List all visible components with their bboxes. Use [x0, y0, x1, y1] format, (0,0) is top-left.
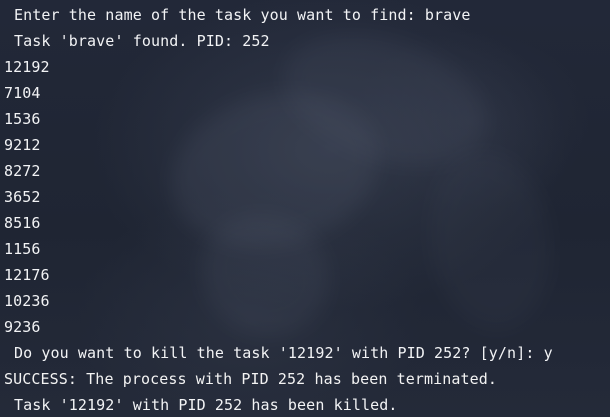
terminal-window: Enter the name of the task you want to f… [0, 0, 610, 417]
terminal-line-pid: 8272 [4, 162, 41, 180]
terminal-line-pid: 1536 [4, 110, 41, 128]
terminal-line-pid: 8516 [4, 214, 41, 232]
terminal-line-pid: 10236 [4, 292, 50, 310]
terminal-line-pid: 12176 [4, 266, 50, 284]
terminal-line-pid: 12192 [4, 58, 50, 76]
terminal-line-success: SUCCESS: The process with PID 252 has be… [4, 370, 498, 388]
terminal-line-pid: 9236 [4, 318, 41, 336]
terminal-line-pid: 1156 [4, 240, 41, 258]
terminal-line-pid: 7104 [4, 84, 41, 102]
terminal-line-prompt-find: Enter the name of the task you want to f… [14, 6, 471, 24]
terminal-line-kill-confirmation: Do you want to kill the task '12192' wit… [14, 344, 553, 362]
terminal-line-task-found: Task 'brave' found. PID: 252 [14, 32, 270, 50]
terminal-line-kill-result: Task '12192' with PID 252 has been kille… [14, 396, 398, 414]
terminal-line-pid: 3652 [4, 188, 41, 206]
terminal-line-pid: 9212 [4, 136, 41, 154]
background-shape [418, 142, 562, 338]
